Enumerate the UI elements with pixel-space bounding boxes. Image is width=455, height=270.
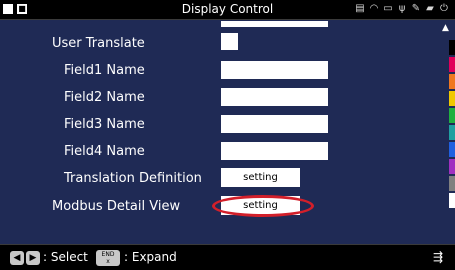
user-translate-label: User Translate (52, 36, 145, 51)
channel-color-3 (449, 74, 455, 89)
channel-color-1 (449, 40, 455, 55)
modbus-detail-view-label: Modbus Detail View (52, 199, 181, 214)
field4-name-label: Field4 Name (64, 144, 145, 159)
channel-color-9 (449, 176, 455, 191)
menu-icon[interactable]: ⇶ (433, 250, 443, 264)
channel-color-5 (449, 108, 455, 123)
highlight-ellipse (212, 195, 314, 217)
field2-name-label: Field2 Name (64, 90, 145, 105)
channel-color-10 (449, 193, 455, 208)
power-icon: ⏻ (440, 3, 448, 14)
row-translation-definition: Translation Definition setting (0, 167, 440, 193)
end-key-bottom: x (106, 258, 110, 265)
end-key-top: END (101, 251, 115, 258)
scroll-up-arrow-icon[interactable]: ▲ (442, 23, 449, 33)
field1-name-label: Field1 Name (64, 63, 145, 78)
row-field1-name: Field1 Name (0, 59, 440, 85)
network-icon: ▭ (383, 3, 393, 14)
end-key-icon: END x (96, 250, 120, 266)
settings-icon: ✎ (411, 3, 421, 14)
channel-color-7 (449, 142, 455, 157)
channel-color-6 (449, 125, 455, 140)
field4-name-input[interactable] (221, 142, 328, 160)
chevron-down-icon: ⌄ (314, 21, 322, 22)
status-bar: ◀ ▶ : Select END x : Expand ⇶ (0, 244, 455, 270)
left-arrow-key-icon: ◀ (10, 251, 24, 265)
sd-card-icon: ▰ (426, 3, 434, 14)
translation-setting-button[interactable]: setting (221, 168, 300, 187)
right-arrow-key-icon: ▶ (26, 251, 40, 265)
field3-name-input[interactable] (221, 115, 328, 133)
title-bar: ■ Display Control ▤ ◠ ▭ ψ ✎ ▰ ⏻ (0, 0, 455, 20)
user-translate-checkbox[interactable] (221, 33, 238, 50)
row-field2-name: Field2 Name (0, 86, 440, 112)
channel-color-2 (449, 57, 455, 72)
status-icons: ▤ ◠ ▭ ψ ✎ ▰ ⏻ (355, 3, 449, 17)
select-hint: : Select (43, 250, 88, 264)
row-user-translate: User Translate (0, 32, 440, 58)
printer-icon: ▤ (355, 3, 365, 14)
wifi-icon: ◠ (369, 3, 379, 14)
field2-name-input[interactable] (221, 88, 328, 106)
row-field3-name: Field3 Name (0, 113, 440, 139)
translation-definition-label: Translation Definition (64, 171, 202, 186)
hidden-select[interactable]: ⌄ (221, 21, 328, 27)
channel-color-8 (449, 159, 455, 174)
channel-color-4 (449, 91, 455, 106)
field3-name-label: Field3 Name (64, 117, 145, 132)
usb-icon: ψ (398, 3, 406, 14)
field1-name-input[interactable] (221, 61, 328, 79)
row-field4-name: Field4 Name (0, 140, 440, 166)
expand-hint: : Expand (124, 250, 177, 264)
